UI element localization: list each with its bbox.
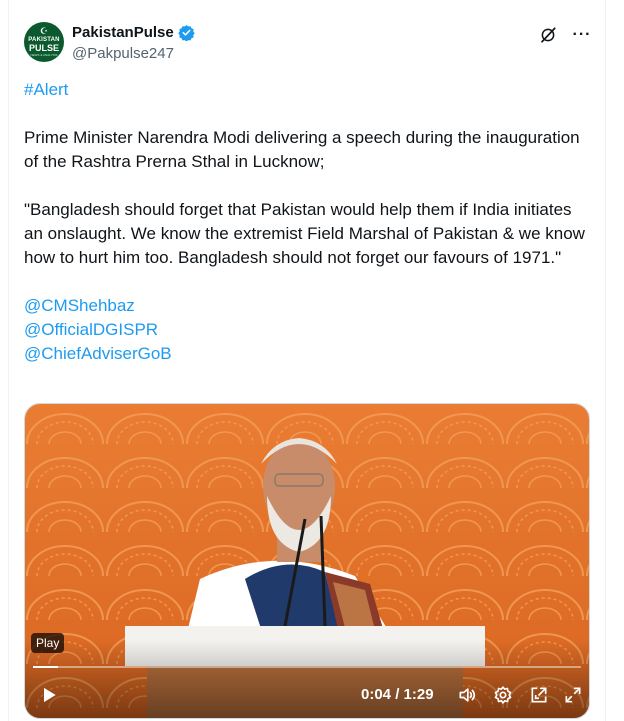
- post-paragraph-2: "Bangladesh should forget that Pakistan …: [24, 200, 585, 267]
- video-time: 0:04 / 1:29: [361, 686, 434, 703]
- mention-officialdgispr[interactable]: @OfficialDGISPR: [24, 318, 594, 342]
- post-paragraph-1: Prime Minister Narendra Modi delivering …: [24, 128, 580, 171]
- play-tooltip: Play: [31, 633, 65, 653]
- more-options-icon[interactable]: ···: [573, 26, 591, 44]
- video-player[interactable]: Play 0:04 / 1:29: [24, 403, 590, 719]
- avatar[interactable]: ☪ PAKISTAN PULSE NEWS & ANALYSIS: [24, 22, 64, 62]
- display-name[interactable]: PakistanPulse: [72, 24, 174, 41]
- hashtag-link[interactable]: #Alert: [24, 78, 594, 102]
- grok-icon[interactable]: [539, 26, 557, 44]
- user-handle[interactable]: @Pakpulse247: [72, 45, 174, 62]
- play-icon[interactable]: [39, 685, 59, 705]
- video-controls: 0:04 / 1:29: [25, 672, 589, 718]
- avatar-text-main: PULSE: [28, 43, 59, 53]
- settings-icon[interactable]: [493, 685, 513, 705]
- current-time: 0:04: [361, 686, 392, 703]
- verified-badge-icon: [178, 25, 195, 41]
- video-progress-fill: [33, 666, 58, 668]
- mention-chiefadvisergob[interactable]: @ChiefAdviserGoB: [24, 342, 594, 366]
- duration: 1:29: [403, 686, 434, 703]
- mention-cmshehbaz[interactable]: @CMShehbaz: [24, 294, 594, 318]
- fullscreen-icon[interactable]: [563, 685, 583, 705]
- time-separator: /: [395, 686, 400, 703]
- post-card: ☪ PAKISTAN PULSE NEWS & ANALYSIS Pakista…: [8, 0, 606, 721]
- video-progress-bar[interactable]: [33, 666, 581, 668]
- avatar-text-sub: NEWS & ANALYSIS: [30, 53, 58, 57]
- post-actions: ···: [539, 26, 591, 44]
- author-name-row: PakistanPulse: [72, 24, 195, 41]
- volume-icon[interactable]: [457, 685, 477, 705]
- picture-in-picture-icon[interactable]: [529, 685, 549, 705]
- post-text: #Alert Prime Minister Narendra Modi deli…: [24, 78, 594, 366]
- crescent-icon: ☪: [39, 26, 49, 36]
